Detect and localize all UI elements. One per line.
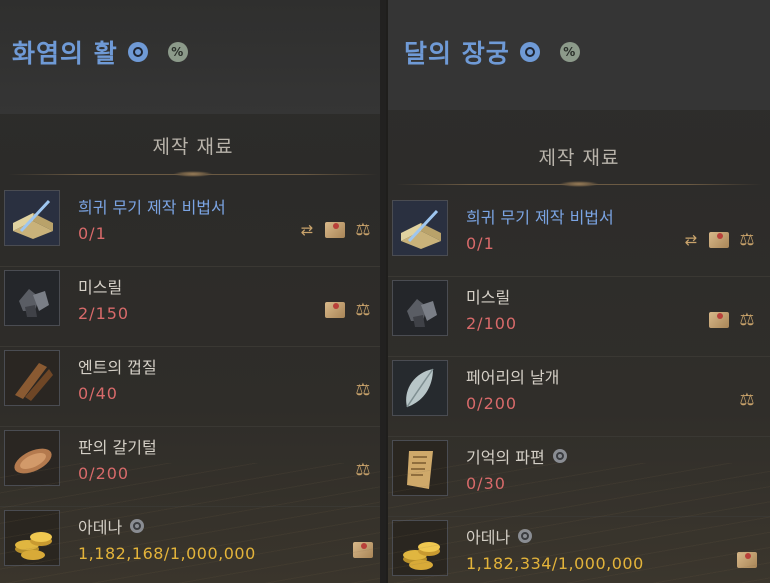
material-name: 기억의 파편 [466,444,567,468]
adena-coins-icon [4,510,60,566]
material-row[interactable]: 미스릴 2/100 ⚖ [388,276,770,357]
material-name: 희귀 무기 제작 비법서 [466,208,614,227]
scale-icon[interactable]: ⚖ [352,460,374,480]
exchange-icon[interactable]: ⇄ [296,220,318,240]
fairy-wing-icon [392,360,448,416]
material-row[interactable]: 판의 갈기털 0/200 ⚖ [0,426,386,507]
ent-bark-icon [4,350,60,406]
material-count: 0/40 [78,384,118,403]
craft-panel-left: 화염의 활 % 제작 재료 희귀 무기 제작 비법서 0/1 ⇄ ⚖ 미스릴 2… [0,0,386,583]
material-actions: ⚖ [324,300,374,320]
material-row[interactable]: 미스릴 2/150 ⚖ [0,266,386,347]
map-icon[interactable] [324,300,346,320]
craft-panel-right: 달의 장궁 % 제작 재료 희귀 무기 제작 비법서 0/1 ⇄ ⚖ 미스릴 2… [388,0,770,583]
material-actions: ⚖ [708,310,758,330]
percent-icon[interactable]: % [559,42,580,62]
blessing-icon[interactable] [127,42,148,62]
material-actions: ⚖ [352,380,374,400]
material-row[interactable]: 희귀 무기 제작 비법서 0/1 ⇄ ⚖ [0,186,386,267]
material-name: 미스릴 [466,288,511,307]
material-row[interactable]: 희귀 무기 제작 비법서 0/1 ⇄ ⚖ [388,196,770,277]
material-count: 0/200 [466,394,518,413]
item-title: 달의 장궁 % [404,34,580,70]
material-count: 0/1 [466,234,495,253]
material-name: 아데나 [78,514,145,538]
map-icon[interactable] [324,220,346,240]
material-row[interactable]: 기억의 파편 0/30 [388,436,770,517]
section-title: 제작 재료 [152,136,234,158]
recipe-book-icon [392,200,448,256]
material-count: 0/200 [78,464,130,483]
memory-fragment-icon [392,440,448,496]
material-name: 희귀 무기 제작 비법서 [78,198,226,217]
material-actions: ⚖ [352,460,374,480]
material-name: 아데나 [466,524,533,548]
section-title: 제작 재료 [538,147,620,169]
scale-icon[interactable]: ⚖ [352,220,374,240]
mithril-ore-icon [4,270,60,326]
scale-icon[interactable]: ⚖ [736,230,758,250]
item-title-text: 달의 장궁 [404,39,510,68]
material-count: 0/30 [466,474,506,493]
info-badge-icon[interactable] [130,519,145,533]
adena-coins-icon [392,520,448,576]
scale-icon[interactable]: ⚖ [352,300,374,320]
material-name: 판의 갈기털 [78,438,157,457]
material-count: 0/1 [78,224,107,243]
scale-icon[interactable]: ⚖ [736,310,758,330]
material-row[interactable]: 아데나 1,182,334/1,000,000 [388,516,770,583]
material-actions: ⇄ ⚖ [296,220,374,240]
exchange-icon[interactable]: ⇄ [680,230,702,250]
material-actions: ⚖ [736,390,758,410]
material-actions: ⇄ ⚖ [680,230,758,250]
material-actions [736,550,758,570]
scale-icon[interactable]: ⚖ [352,380,374,400]
mithril-ore-icon [392,280,448,336]
material-count: 1,182,334/1,000,000 [466,554,644,573]
percent-icon[interactable]: % [167,42,188,62]
item-title-text: 화염의 활 [12,39,118,68]
material-actions [352,540,374,560]
material-name: 엔트의 껍질 [78,358,157,377]
material-count: 1,182,168/1,000,000 [78,544,256,563]
map-icon[interactable] [352,540,374,560]
info-badge-icon[interactable] [518,529,533,543]
map-icon[interactable] [708,310,730,330]
pan-mane-icon [4,430,60,486]
material-count: 2/150 [78,304,130,323]
section-divider [8,171,378,177]
material-count: 2/100 [466,314,518,333]
recipe-book-icon [4,190,60,246]
section-divider [396,181,762,187]
material-row[interactable]: 엔트의 껍질 0/40 ⚖ [0,346,386,427]
scale-icon[interactable]: ⚖ [736,390,758,410]
item-title: 화염의 활 % [12,34,188,70]
panel-header: 화염의 활 % [0,0,386,114]
map-icon[interactable] [736,550,758,570]
blessing-icon[interactable] [519,42,540,62]
material-row[interactable]: 페어리의 날개 0/200 ⚖ [388,356,770,437]
material-name: 미스릴 [78,278,123,297]
material-row[interactable]: 아데나 1,182,168/1,000,000 [0,506,386,583]
material-name: 페어리의 날개 [466,368,560,387]
panel-header: 달의 장궁 % [388,0,770,110]
map-icon[interactable] [708,230,730,250]
info-badge-icon[interactable] [552,449,567,463]
